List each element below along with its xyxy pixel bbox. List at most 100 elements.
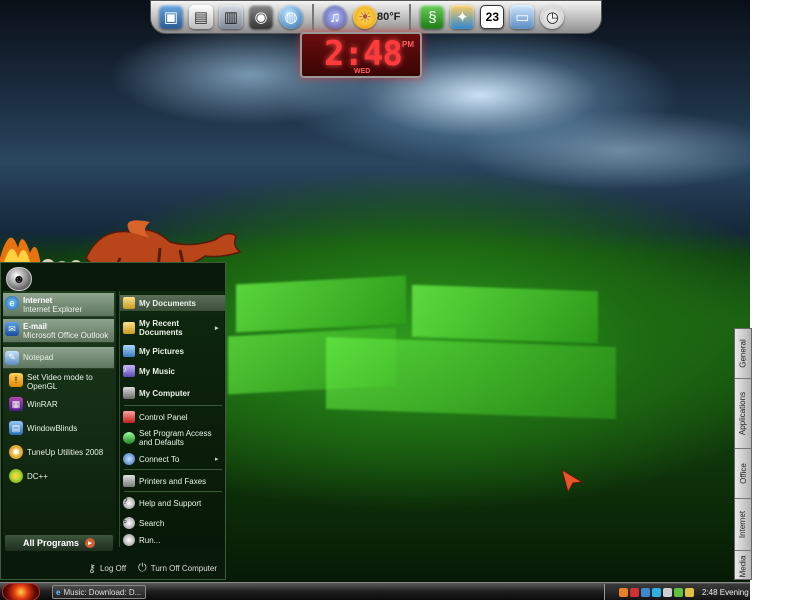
- menu-control-panel[interactable]: Control Panel: [120, 409, 225, 425]
- monitor-icon[interactable]: ▭: [510, 5, 535, 29]
- recent-notepad-label: Notepad: [23, 353, 54, 362]
- menu-set-program-access[interactable]: Set Program Access and Defaults: [120, 427, 225, 449]
- globe-icon[interactable]: ◍: [279, 5, 303, 29]
- pinned-internet-title: Internet: [23, 296, 53, 305]
- tab-internet[interactable]: Internet: [735, 499, 751, 551]
- tray-shield-icon[interactable]: [630, 587, 639, 597]
- menu-connect-to-label: Connect To: [139, 454, 180, 464]
- start-menu: ☻ e Internet Internet Explorer ✉ E-mail Mi…: [0, 262, 226, 580]
- start-menu-left-column: e Internet Internet Explorer ✉ E-mail Micr…: [3, 291, 116, 541]
- tab-office[interactable]: Office: [735, 449, 751, 499]
- taskbar-window-label: Music: Download: D...: [63, 587, 142, 597]
- start-menu-right-column: My Documents My Recent Documents ▸ My Pi…: [119, 291, 225, 547]
- menu-my-music[interactable]: ♪ My Music: [120, 363, 225, 379]
- menu-my-documents-label: My Documents: [139, 298, 196, 308]
- tab-general[interactable]: General: [735, 329, 751, 379]
- recent-dcpp[interactable]: ⚡ DC++: [9, 469, 48, 483]
- dcpp-icon: ⚡: [9, 469, 23, 483]
- menu-search[interactable]: ⌕ Search: [120, 515, 225, 531]
- submenu-arrow-icon: ▸: [215, 455, 219, 463]
- paper-icon[interactable]: ▤: [189, 5, 213, 29]
- outlook-icon: ✉: [5, 322, 19, 336]
- menu-help-support[interactable]: ? Help and Support: [120, 495, 225, 511]
- menu-help-support-label: Help and Support: [139, 498, 202, 508]
- tray-volume-icon[interactable]: [663, 587, 672, 597]
- recent-dcpp-label: DC++: [27, 471, 48, 481]
- clock-day: WED: [354, 68, 371, 75]
- tray-clock[interactable]: 2:48 Evening: [702, 588, 749, 597]
- tab-applications[interactable]: Applications: [735, 379, 751, 449]
- pinned-email-subtitle: Microsoft Office Outlook: [23, 331, 109, 340]
- camera-icon[interactable]: ◉: [249, 5, 273, 29]
- taskbar-window-button[interactable]: e Music: Download: D...: [52, 585, 146, 599]
- pinned-internet[interactable]: e Internet Internet Explorer: [3, 293, 114, 317]
- recent-winrar[interactable]: ▦ WinRAR: [9, 397, 58, 411]
- tray-warning-icon[interactable]: [685, 587, 694, 597]
- photo-frame-icon[interactable]: ▣: [159, 5, 183, 29]
- turn-off-button[interactable]: ⏻ Turn Off Computer: [138, 562, 217, 575]
- menu-my-pictures-label: My Pictures: [139, 346, 184, 356]
- user-avatar[interactable]: ☻: [6, 267, 32, 291]
- top-dock: ▣ ▤ ▥ ◉ ◍ ♫ ☀ 80°F § ✦ 23 ▭ ◷: [150, 0, 602, 34]
- documents-icon[interactable]: ▥: [219, 5, 243, 29]
- folder-icon: [123, 297, 135, 309]
- tab-office-label: Office: [738, 463, 748, 484]
- all-programs-button[interactable]: All Programs ▸: [5, 535, 113, 551]
- power-icon: ⏻: [138, 561, 147, 574]
- menu-printers-faxes[interactable]: Printers and Faxes: [120, 473, 225, 489]
- recent-tuneup-label: TuneUp Utilities 2008: [27, 447, 104, 457]
- menu-my-recent-documents[interactable]: My Recent Documents ▸: [120, 317, 225, 339]
- recent-tuneup[interactable]: ✱ TuneUp Utilities 2008: [9, 445, 103, 459]
- tab-media[interactable]: Media: [735, 551, 751, 581]
- tray-orange-icon[interactable]: [619, 587, 628, 597]
- warning-icon: !: [9, 373, 23, 387]
- recent-docs-icon: [123, 322, 135, 334]
- connect-icon: [123, 453, 135, 465]
- mouse-cursor-icon: [561, 468, 584, 494]
- menu-separator: [124, 469, 222, 470]
- menu-run-label: Run...: [139, 535, 161, 545]
- calendar-icon[interactable]: 23: [480, 5, 505, 29]
- menu-control-panel-label: Control Panel: [139, 412, 188, 422]
- music-icon[interactable]: ♫: [323, 5, 347, 29]
- menu-my-documents[interactable]: My Documents: [120, 295, 225, 311]
- program-access-icon: [123, 432, 135, 444]
- network-icon[interactable]: ✦: [450, 5, 475, 29]
- start-button[interactable]: [2, 583, 40, 600]
- internet-explorer-icon: e: [5, 296, 19, 310]
- pinned-email[interactable]: ✉ E-mail Microsoft Office Outlook: [3, 319, 114, 343]
- turn-off-label: Turn Off Computer: [150, 563, 217, 573]
- recent-windowblinds[interactable]: ▤ WindowBlinds: [9, 421, 77, 435]
- clock-icon[interactable]: ◷: [540, 5, 565, 29]
- recent-windowblinds-label: WindowBlinds: [27, 423, 78, 433]
- menu-my-pictures[interactable]: My Pictures: [120, 343, 225, 359]
- recent-notepad[interactable]: ✎ Notepad: [3, 347, 114, 369]
- computer-icon: [123, 387, 135, 399]
- tab-internet-label: Internet: [738, 510, 748, 539]
- tuneup-icon: ✱: [9, 445, 23, 459]
- weather-temperature: 80°F: [377, 11, 401, 23]
- menu-my-computer[interactable]: My Computer: [120, 385, 225, 401]
- tray-app-icon[interactable]: [674, 587, 683, 597]
- help-icon: ?: [123, 497, 135, 509]
- recent-set-video-mode[interactable]: ! Set Video mode to OpenGL: [9, 373, 113, 391]
- sun-icon[interactable]: ☀: [353, 5, 377, 29]
- recent-set-video-mode-label: Set Video mode to OpenGL: [27, 373, 93, 391]
- menu-connect-to[interactable]: Connect To ▸: [120, 451, 225, 467]
- tray-network-icon[interactable]: [641, 587, 650, 597]
- menu-separator: [124, 405, 222, 406]
- lizard-icon[interactable]: §: [420, 5, 445, 29]
- run-icon: [123, 534, 135, 546]
- log-off-button[interactable]: ⚷ Log Off: [88, 562, 126, 575]
- menu-search-label: Search: [139, 518, 165, 528]
- menu-run[interactable]: Run...: [120, 533, 225, 547]
- taskbar: e Music: Download: D... 2:48 Evening: [0, 582, 750, 600]
- start-menu-footer: ⚷ Log Off ⏻ Turn Off Computer: [1, 557, 227, 579]
- pinned-email-title: E-mail: [23, 322, 48, 331]
- tray-globe-icon[interactable]: [652, 587, 661, 597]
- menu-my-computer-label: My Computer: [139, 388, 191, 398]
- tab-applications-label: Applications: [738, 391, 748, 436]
- notepad-icon: ✎: [5, 350, 19, 365]
- windowblinds-icon: ▤: [9, 421, 23, 435]
- pinned-internet-subtitle: Internet Explorer: [23, 305, 83, 314]
